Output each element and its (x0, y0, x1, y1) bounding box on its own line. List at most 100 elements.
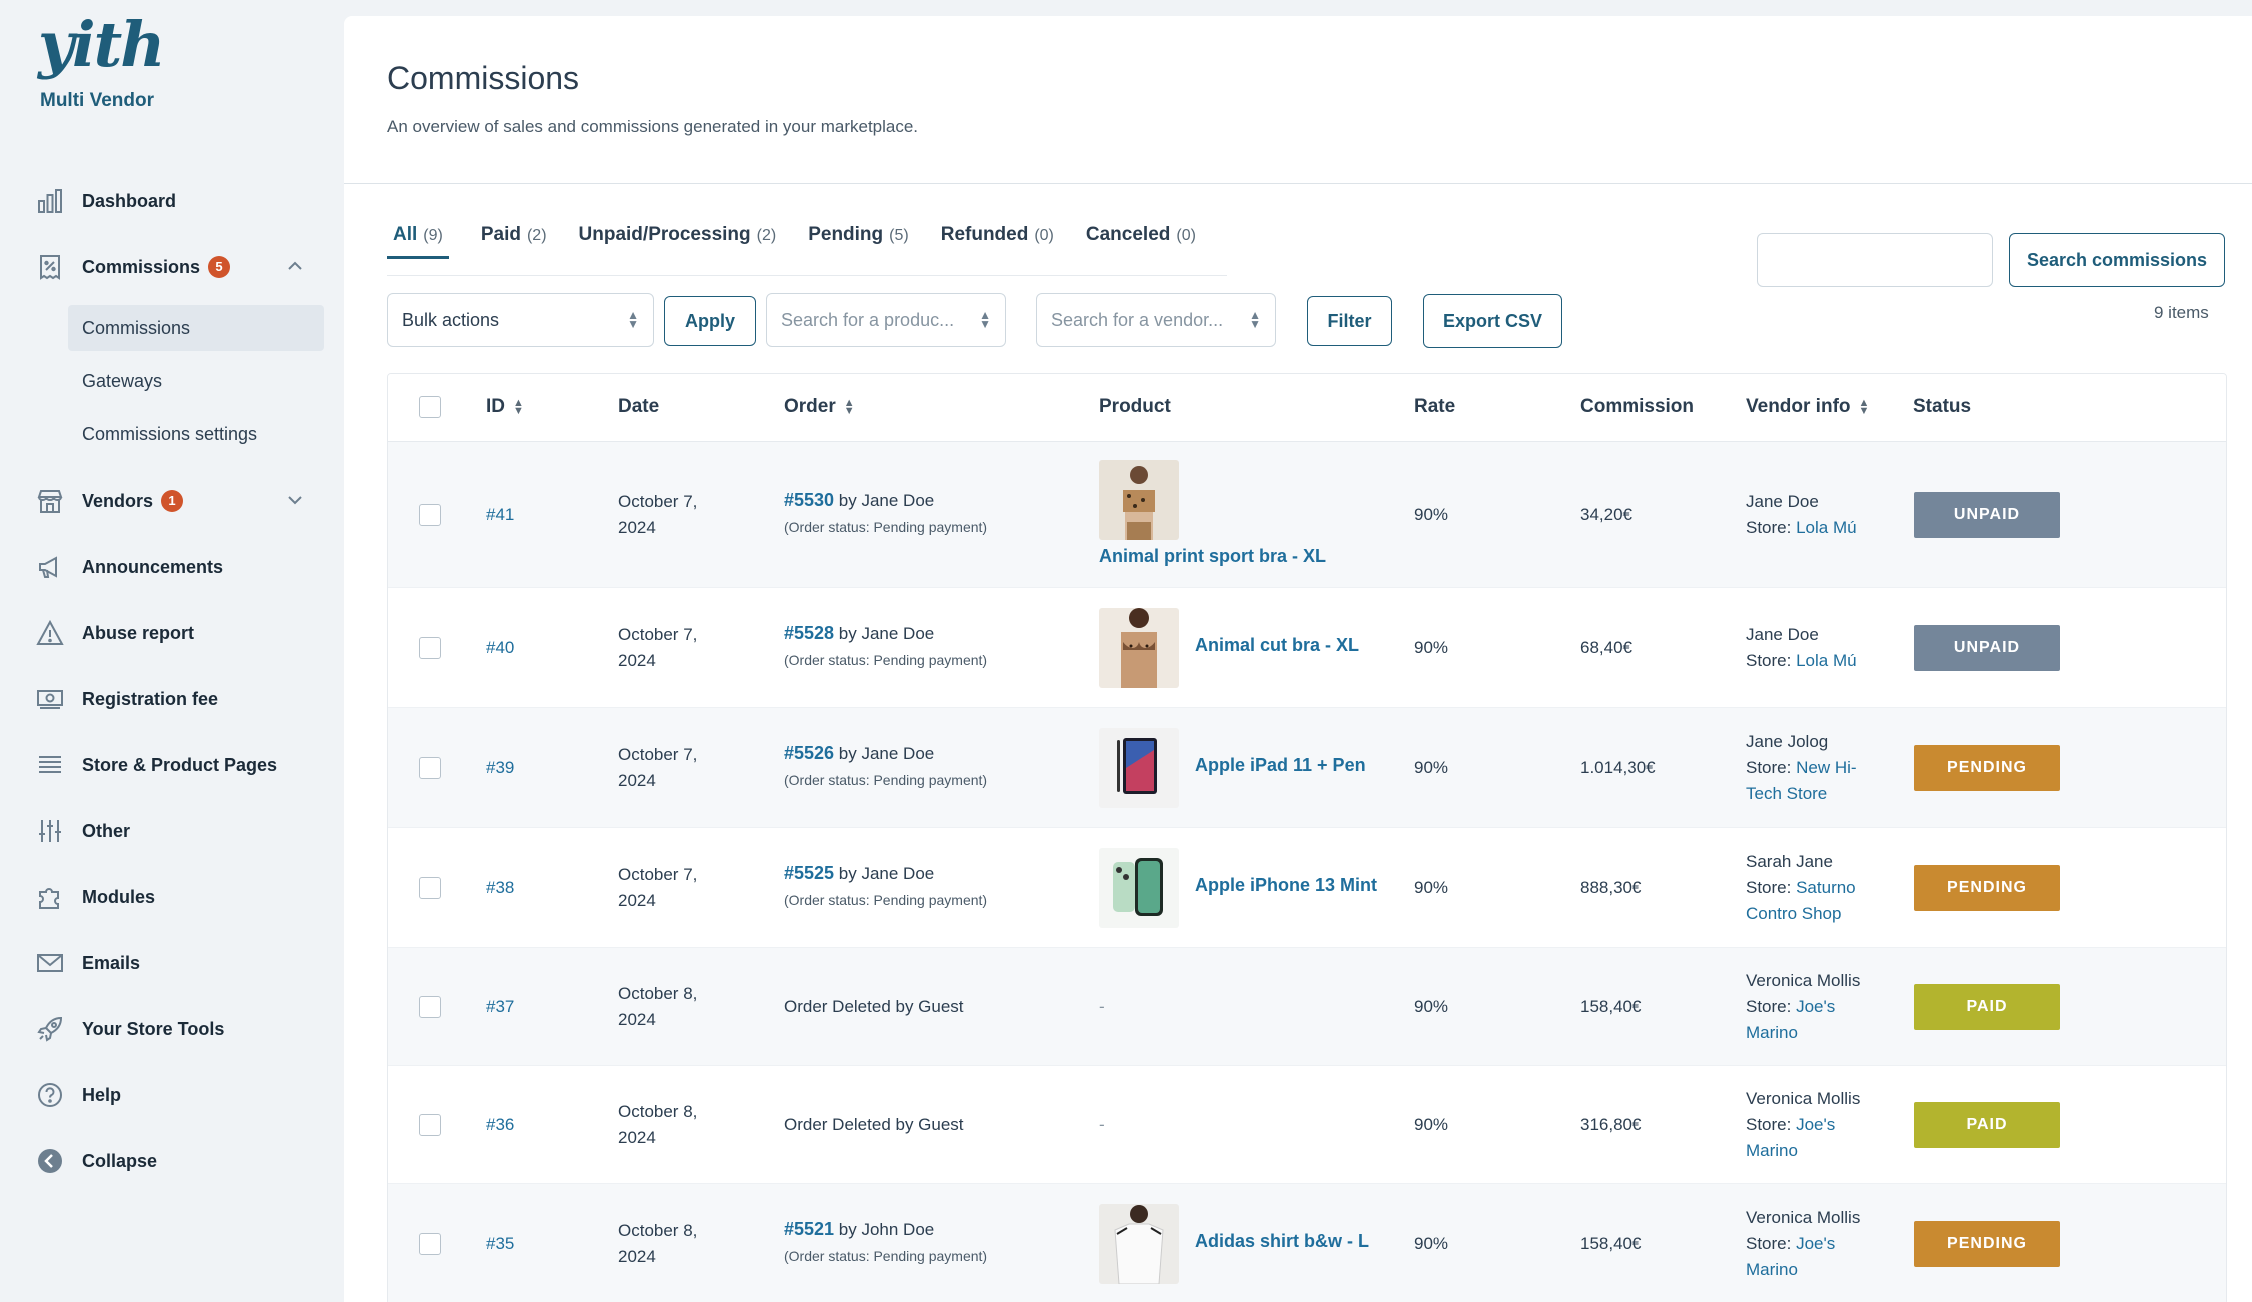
tab-canceled[interactable]: Canceled (0) (1086, 224, 1196, 259)
store-link[interactable]: Lola Mú (1796, 518, 1856, 537)
sidebar-item-announcements[interactable]: Announcements (34, 547, 324, 587)
logo-text: yith (38, 8, 165, 81)
store-link[interactable]: Joe's (1796, 1115, 1835, 1134)
filter-button[interactable]: Filter (1307, 296, 1392, 346)
store-link[interactable]: Marino (1746, 1023, 1798, 1042)
commission-id-link[interactable]: #38 (486, 875, 514, 901)
product-name-link[interactable]: Apple iPhone 13 Mint (1195, 875, 1377, 896)
sidebar-item-commissions[interactable]: Commissions 5 (34, 247, 324, 287)
store-link[interactable]: Contro Shop (1746, 904, 1841, 923)
sidebar-item-your-store-tools[interactable]: Your Store Tools (34, 1009, 324, 1049)
search-commissions-button[interactable]: Search commissions (2009, 233, 2225, 287)
row-checkbox[interactable] (419, 996, 441, 1018)
row-rate: 90% (1414, 758, 1449, 777)
order-link[interactable]: #5530 (784, 490, 834, 510)
subnav-commissions-settings[interactable]: Commissions settings (68, 411, 324, 457)
row-checkbox[interactable] (419, 1114, 441, 1136)
order-cell: #5526 by Jane Doe (Order status: Pending … (784, 740, 987, 793)
list-icon (34, 749, 66, 781)
tab-unpaid-processing[interactable]: Unpaid/Processing (2) (579, 224, 777, 259)
order-cell: #5530 by Jane Doe (Order status: Pending … (784, 487, 987, 540)
sidebar-item-emails[interactable]: Emails (34, 943, 324, 983)
date-line: 2024 (618, 1128, 656, 1147)
product-thumbnail[interactable] (1099, 728, 1179, 808)
sidebar-item-abuse-report[interactable]: Abuse report (34, 613, 324, 653)
product-name-link[interactable]: Animal cut bra - XL (1195, 635, 1359, 656)
commission-id-link[interactable]: #35 (486, 1231, 514, 1257)
table-row: #35 October 8, 2024 #5521 by John Doe (Ord… (388, 1184, 2226, 1302)
commission-id-link[interactable]: #41 (486, 502, 514, 528)
sidebar-item-vendors[interactable]: Vendors 1 (34, 481, 324, 521)
order-link[interactable]: #5528 (784, 623, 834, 643)
apply-button[interactable]: Apply (664, 296, 756, 346)
commission-id-link[interactable]: #36 (486, 1112, 514, 1138)
order-cell: #5528 by Jane Doe (Order status: Pending … (784, 620, 987, 673)
product-name-link[interactable]: Apple iPad 11 + Pen (1195, 755, 1366, 776)
vendor-search-select[interactable]: Search for a vendor... ▲ ▼ (1036, 293, 1276, 347)
chevron-down-icon[interactable] (284, 489, 306, 516)
tab-paid[interactable]: Paid (2) (481, 224, 547, 259)
bulk-actions-value: Bulk actions (402, 309, 500, 330)
store-link[interactable]: Saturno (1796, 878, 1856, 897)
date-line: 2024 (618, 891, 656, 910)
tab-count: (9) (423, 227, 443, 244)
chevron-up-icon[interactable] (284, 255, 306, 282)
row-date: October 7, 2024 (618, 622, 697, 674)
subnav-commissions[interactable]: Commissions (68, 305, 324, 351)
row-checkbox[interactable] (419, 877, 441, 899)
yith-logo[interactable]: yith (38, 14, 165, 76)
store-link[interactable]: Joe's (1796, 1234, 1835, 1253)
tab-refunded[interactable]: Refunded (0) (941, 224, 1054, 259)
search-input[interactable] (1757, 233, 1993, 287)
order-link[interactable]: #5525 (784, 863, 834, 883)
store-link[interactable]: Lola Mú (1796, 651, 1856, 670)
product-thumbnail[interactable] (1099, 848, 1179, 928)
sidebar-item-dashboard[interactable]: Dashboard (34, 181, 324, 221)
sidebar-item-registration-fee[interactable]: Registration fee (34, 679, 324, 719)
column-order[interactable]: Order ▲ ▼ (784, 396, 855, 418)
sidebar-item-label: Registration fee (82, 688, 219, 709)
sidebar-collapse[interactable]: Collapse (34, 1141, 324, 1181)
help-icon (34, 1079, 66, 1111)
product-name-link[interactable]: Adidas shirt b&w - L (1195, 1231, 1369, 1252)
sidebar-item-other[interactable]: Other (34, 811, 324, 851)
tab-label: Pending (808, 224, 884, 245)
sidebar-item-store-product-pages[interactable]: Store & Product Pages (34, 745, 324, 785)
main-content: Commissions An overview of sales and com… (344, 16, 2252, 1302)
commission-id-link[interactable]: #39 (486, 755, 514, 781)
column-status: Status (1913, 396, 1972, 417)
store-link[interactable]: Marino (1746, 1260, 1798, 1279)
product-name-link[interactable]: Animal print sport bra - XL (1099, 546, 1326, 567)
row-checkbox[interactable] (419, 1233, 441, 1255)
product-thumbnail[interactable] (1099, 1204, 1179, 1284)
product-thumbnail[interactable] (1099, 608, 1179, 688)
subnav-gateways[interactable]: Gateways (68, 358, 324, 404)
store-link[interactable]: Tech Store (1746, 784, 1827, 803)
collapse-icon (34, 1145, 66, 1177)
column-id[interactable]: ID ▲ ▼ (486, 396, 524, 418)
row-checkbox[interactable] (419, 504, 441, 526)
select-all-checkbox[interactable] (419, 396, 441, 418)
product-thumbnail[interactable] (1099, 460, 1179, 540)
order-link[interactable]: #5521 (784, 1219, 834, 1239)
bulk-actions-select[interactable]: Bulk actions ▲ ▼ (387, 293, 654, 347)
order-customer: by Jane Doe (834, 491, 935, 510)
product-search-select[interactable]: Search for a produc... ▲ ▼ (766, 293, 1006, 347)
column-vendor-info[interactable]: Vendor info ▲ ▼ (1746, 396, 1869, 418)
row-checkbox[interactable] (419, 757, 441, 779)
row-commission: 1.014,30€ (1580, 758, 1656, 777)
tab-all[interactable]: All (9) (387, 224, 449, 259)
sidebar-item-modules[interactable]: Modules (34, 877, 324, 917)
row-checkbox[interactable] (419, 637, 441, 659)
row-rate: 90% (1414, 638, 1449, 657)
commission-id-link[interactable]: #40 (486, 635, 514, 661)
sort-icon: ▲ ▼ (1858, 396, 1870, 417)
sidebar-item-help[interactable]: Help (34, 1075, 324, 1115)
store-link[interactable]: Marino (1746, 1141, 1798, 1160)
tab-pending[interactable]: Pending (5) (808, 224, 909, 259)
store-link[interactable]: New Hi- (1796, 758, 1856, 777)
export-csv-button[interactable]: Export CSV (1423, 294, 1562, 348)
commission-id-link[interactable]: #37 (486, 994, 514, 1020)
order-link[interactable]: #5526 (784, 743, 834, 763)
store-link[interactable]: Joe's (1796, 997, 1835, 1016)
